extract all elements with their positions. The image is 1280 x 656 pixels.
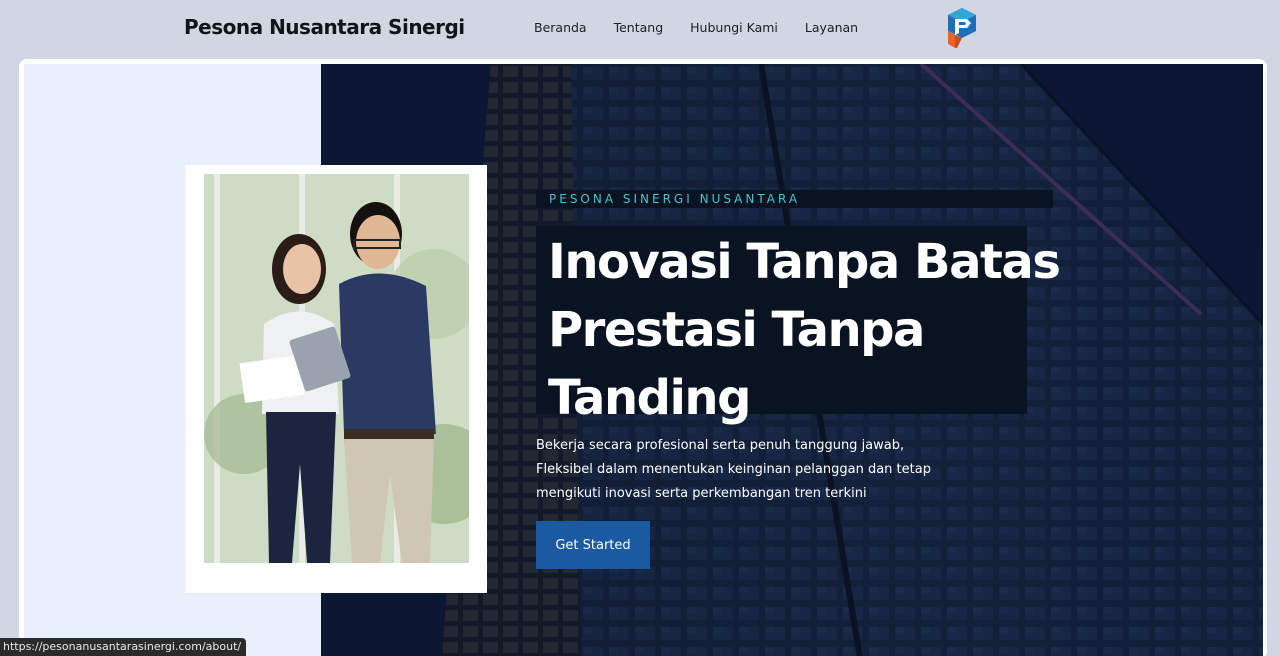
status-bar-url: https://pesonanusantarasinergi.com/about… [0,638,247,656]
lead-line-1: Bekerja secara profesional serta penuh t… [536,438,905,453]
hero-eyebrow: PESONA SINERGI NUSANTARA [549,192,801,206]
hero-lead-text: Bekerja secara profesional serta penuh t… [536,434,936,506]
nav-item-hubungi-kami[interactable]: Hubungi Kami [690,20,778,35]
lead-line-2: Fleksibel dalam menentukan keinginan pel… [536,462,931,477]
headline-line-3: Tanding [548,370,751,426]
nav-item-tentang[interactable]: Tentang [614,20,664,35]
nav-item-beranda[interactable]: Beranda [534,20,587,35]
headline-line-2: Prestasi Tanpa [548,302,925,358]
hero-headline: Inovasi Tanpa Batas Prestasi Tanpa Tandi… [548,228,1061,432]
headline-line-1: Inovasi Tanpa Batas [548,234,1061,290]
pns-logo-icon[interactable] [945,6,979,50]
nav-item-layanan[interactable]: Layanan [805,20,858,35]
business-people-photo [204,174,469,563]
get-started-button[interactable]: Get Started [536,521,650,569]
lead-line-3: mengikuti inovasi serta perkembangan tre… [536,486,867,501]
site-brand[interactable]: Pesona Nusantara Sinergi [184,15,465,39]
photo-card [185,165,487,593]
site-header: Pesona Nusantara Sinergi Beranda Tentang… [0,0,1280,58]
main-nav: Beranda Tentang Hubungi Kami Layanan [534,20,885,35]
